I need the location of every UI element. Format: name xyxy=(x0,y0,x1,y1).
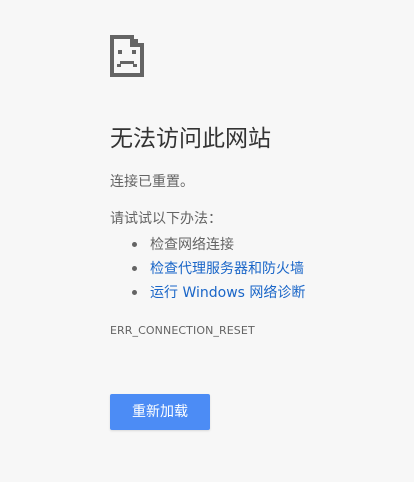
error-summary: 连接已重置。 xyxy=(110,174,194,190)
suggestions-intro: 请试试以下办法： xyxy=(110,211,222,227)
error-code: ERR_CONNECTION_RESET xyxy=(110,324,255,337)
suggestion-check-network: 检查网络连接 xyxy=(132,233,305,257)
bullet-icon xyxy=(132,290,137,295)
suggestion-run-diagnostics[interactable]: 运行 Windows 网络诊断 xyxy=(132,281,305,305)
suggestions-list: 检查网络连接 检查代理服务器和防火墙 运行 Windows 网络诊断 xyxy=(132,233,305,305)
suggestion-link[interactable]: 检查代理服务器和防火墙 xyxy=(150,261,304,277)
suggestion-check-proxy-firewall[interactable]: 检查代理服务器和防火墙 xyxy=(132,257,305,281)
sad-page-icon xyxy=(110,35,144,77)
reload-button[interactable]: 重新加载 xyxy=(110,394,210,430)
suggestion-link[interactable]: 运行 Windows 网络诊断 xyxy=(150,285,305,301)
page-title: 无法访问此网站 xyxy=(110,126,271,152)
error-page: 无法访问此网站 连接已重置。 请试试以下办法： 检查网络连接 检查代理服务器和防… xyxy=(110,0,400,482)
suggestion-label: 检查网络连接 xyxy=(150,237,234,253)
bullet-icon xyxy=(132,266,137,271)
bullet-icon xyxy=(132,242,137,247)
